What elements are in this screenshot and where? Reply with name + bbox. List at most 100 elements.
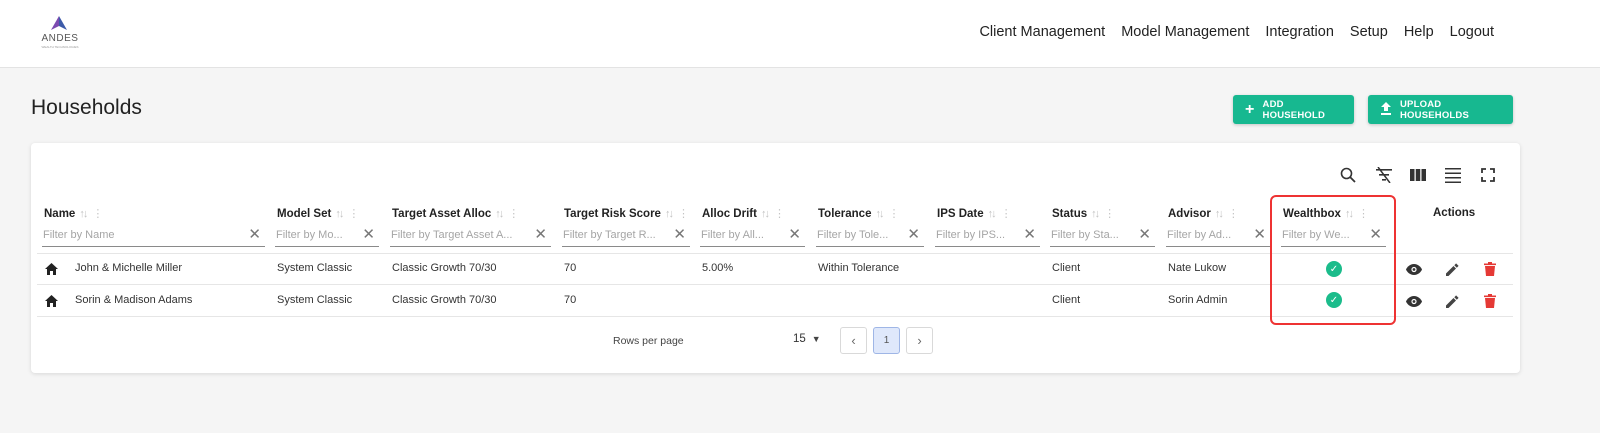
page-button-current[interactable]: 1 [873, 327, 900, 354]
sort-icon[interactable]: ↑↓ [875, 208, 884, 220]
column-menu-icon[interactable]: ⋮ [774, 208, 785, 220]
nav-help[interactable]: Help [1396, 22, 1442, 42]
prev-page-button[interactable]: ‹ [840, 327, 867, 354]
column-header-model-set[interactable]: Model Set ↑↓ ⋮ [277, 207, 359, 220]
column-menu-icon[interactable]: ⋮ [1228, 208, 1239, 220]
column-menu-icon[interactable]: ⋮ [1001, 208, 1012, 220]
edit-icon[interactable] [1444, 293, 1460, 309]
column-label: Tolerance [818, 208, 872, 220]
sort-icon[interactable]: ↑↓ [761, 208, 770, 220]
density-icon[interactable] [1443, 165, 1463, 185]
column-menu-icon[interactable]: ⋮ [348, 208, 359, 220]
clear-filter-icon[interactable]: ✕ [907, 227, 920, 242]
plus-icon: + [1245, 100, 1255, 118]
search-icon[interactable] [1338, 165, 1358, 185]
upload-households-label: UPLOAD HOUSEHOLDS [1400, 98, 1470, 121]
column-header-advisor[interactable]: Advisor ↑↓ ⋮ [1168, 207, 1239, 220]
clear-filter-icon[interactable]: ✕ [1023, 227, 1036, 242]
column-header-name[interactable]: Name ↑↓ ⋮ [44, 207, 103, 220]
nav-model-management[interactable]: Model Management [1113, 22, 1257, 42]
filter-name-input[interactable] [42, 225, 245, 241]
filter-target-asset-alloc-input[interactable] [390, 225, 531, 241]
edit-icon[interactable] [1444, 261, 1460, 277]
cell-status: Client [1052, 294, 1081, 306]
add-household-button[interactable]: + ADD HOUSEHOLD [1233, 95, 1354, 124]
view-icon[interactable] [1406, 261, 1422, 277]
clear-filter-icon[interactable]: ✕ [788, 227, 801, 242]
cell-model-set: System Classic [277, 294, 353, 306]
cell-tolerance: Within Tolerance [818, 262, 900, 274]
filter-status: ✕ [1050, 225, 1155, 247]
clear-filter-icon[interactable]: ✕ [534, 227, 547, 242]
filter-alloc-drift: ✕ [700, 225, 805, 247]
logo-tagline: WEALTH TECHNOLOGIES [41, 45, 79, 49]
clear-filters-icon[interactable] [1374, 165, 1394, 185]
delete-icon[interactable] [1482, 261, 1498, 277]
filter-target-risk-score: ✕ [562, 225, 690, 247]
column-header-alloc-drift[interactable]: Alloc Drift ↑↓ ⋮ [702, 207, 785, 220]
home-icon [45, 263, 58, 275]
sort-icon[interactable]: ↑↓ [79, 208, 88, 220]
clear-filter-icon[interactable]: ✕ [248, 227, 261, 242]
column-menu-icon[interactable]: ⋮ [508, 208, 519, 220]
filter-alloc-drift-input[interactable] [700, 225, 785, 241]
main-nav: Client Management Model Management Integ… [971, 22, 1502, 42]
sort-icon[interactable]: ↑↓ [335, 208, 344, 220]
rows-per-page-select[interactable]: 15 ▼ [793, 333, 821, 345]
fullscreen-icon[interactable] [1478, 165, 1498, 185]
column-label: Name [44, 208, 76, 220]
filter-advisor-input[interactable] [1166, 225, 1250, 241]
delete-icon[interactable] [1482, 293, 1498, 309]
cell-advisor: Nate Lukow [1168, 262, 1227, 274]
view-icon[interactable] [1406, 293, 1422, 309]
sort-icon[interactable]: ↑↓ [988, 208, 997, 220]
column-header-target-asset-alloc[interactable]: Target Asset Alloc ↑↓ ⋮ [392, 207, 519, 220]
filter-ips-date: ✕ [935, 225, 1040, 247]
cell-target-alloc: Classic Growth 70/30 [392, 262, 497, 274]
cell-risk-score: 70 [564, 262, 577, 274]
column-header-tolerance[interactable]: Tolerance ↑↓ ⋮ [818, 207, 899, 220]
sort-icon[interactable]: ↑↓ [495, 208, 504, 220]
filter-model-set-input[interactable] [275, 225, 359, 241]
logo-mark-icon [51, 16, 67, 30]
logo-wordmark: ANDES [41, 33, 79, 44]
filter-ips-date-input[interactable] [935, 225, 1020, 241]
column-header-status[interactable]: Status ↑↓ ⋮ [1052, 207, 1115, 220]
clear-filter-icon[interactable]: ✕ [1138, 227, 1151, 242]
upload-households-button[interactable]: UPLOAD HOUSEHOLDS [1368, 95, 1513, 124]
sort-icon[interactable]: ↑↓ [1091, 208, 1100, 220]
nav-setup[interactable]: Setup [1342, 22, 1396, 42]
column-header-target-risk-score[interactable]: Target Risk Score ↑↓ ⋮ [564, 207, 689, 220]
clear-filter-icon[interactable]: ✕ [673, 227, 686, 242]
clear-filter-icon[interactable]: ✕ [362, 227, 375, 242]
cell-name[interactable]: John & Michelle Miller [75, 262, 182, 274]
filter-tolerance: ✕ [816, 225, 924, 247]
column-menu-icon[interactable]: ⋮ [888, 208, 899, 220]
cell-alloc-drift: 5.00% [702, 262, 734, 274]
column-menu-icon[interactable]: ⋮ [678, 208, 689, 220]
column-header-ips-date[interactable]: IPS Date ↑↓ ⋮ [937, 207, 1012, 220]
nav-logout[interactable]: Logout [1442, 22, 1502, 42]
filter-tolerance-input[interactable] [816, 225, 904, 241]
clear-filter-icon[interactable]: ✕ [1253, 227, 1266, 242]
column-menu-icon[interactable]: ⋮ [1104, 208, 1115, 220]
filter-status-input[interactable] [1050, 225, 1135, 241]
column-menu-icon[interactable]: ⋮ [92, 208, 103, 220]
column-label: Alloc Drift [702, 208, 757, 220]
cell-name[interactable]: Sorin & Madison Adams [75, 294, 192, 306]
dropdown-arrow-icon: ▼ [811, 334, 821, 344]
column-label: Advisor [1168, 208, 1211, 220]
rows-per-page-label: Rows per page [613, 335, 684, 347]
upload-icon [1380, 101, 1392, 118]
nav-client-management[interactable]: Client Management [971, 22, 1113, 42]
sort-icon[interactable]: ↑↓ [1215, 208, 1224, 220]
columns-icon[interactable] [1408, 165, 1428, 185]
column-label: IPS Date [937, 208, 984, 220]
next-page-button[interactable]: › [906, 327, 933, 354]
sort-icon[interactable]: ↑↓ [665, 208, 674, 220]
andes-logo[interactable]: ANDES WEALTH TECHNOLOGIES [38, 16, 82, 50]
rows-per-page-value: 15 [793, 333, 806, 345]
filter-target-risk-score-input[interactable] [562, 225, 670, 241]
nav-integration[interactable]: Integration [1257, 22, 1342, 42]
column-label: Target Asset Alloc [392, 208, 492, 220]
